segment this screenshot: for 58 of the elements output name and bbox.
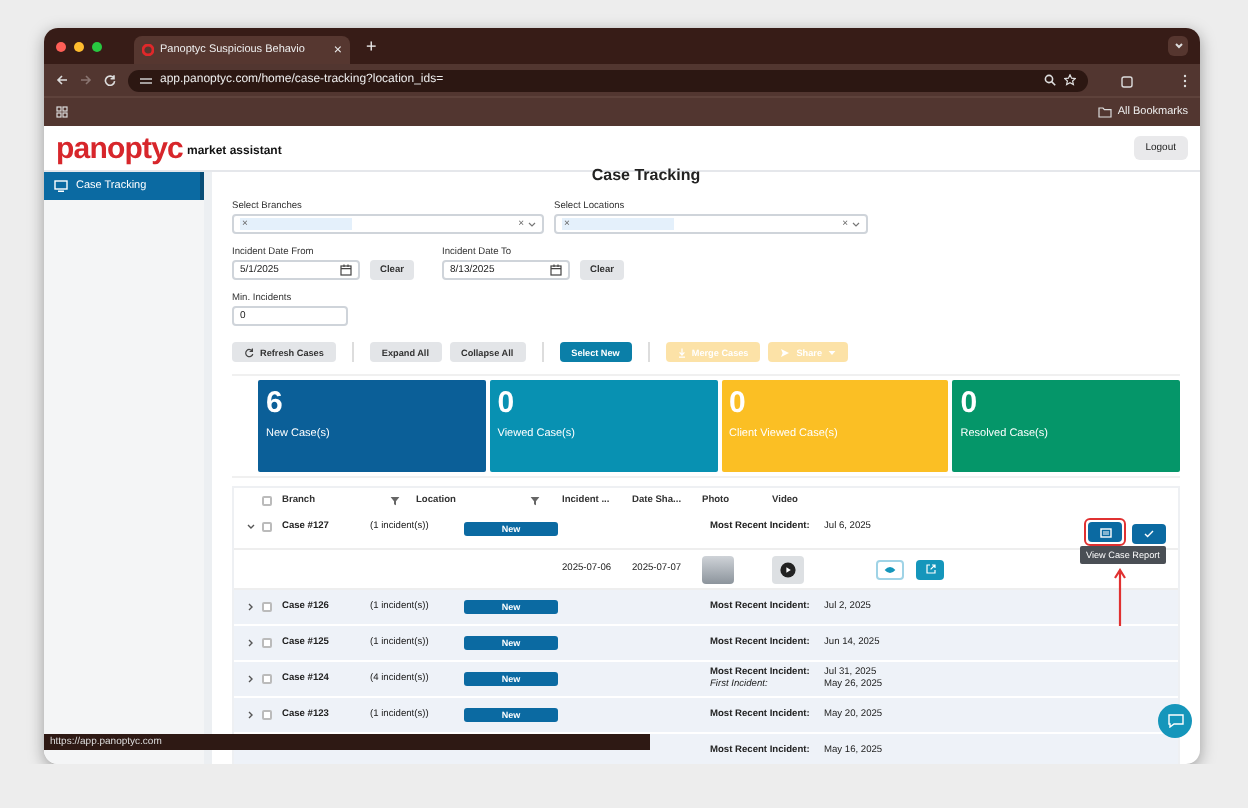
minimize-window-icon[interactable] — [74, 41, 84, 51]
row-checkbox[interactable] — [262, 710, 272, 720]
filter-icon[interactable] — [530, 496, 540, 506]
reload-icon[interactable] — [104, 74, 116, 86]
chevron-right-icon[interactable] — [246, 674, 256, 684]
row-checkbox[interactable] — [262, 602, 272, 612]
chevron-right-icon[interactable] — [246, 638, 256, 648]
send-icon — [780, 347, 791, 357]
caret-icon — [828, 349, 837, 355]
chevron-down-icon — [1173, 42, 1183, 50]
favicon-icon — [142, 44, 154, 56]
monitor-icon — [54, 180, 68, 192]
approve-button[interactable] — [1132, 524, 1166, 544]
select-all-checkbox[interactable] — [262, 496, 272, 506]
menu-dots-icon[interactable] — [1182, 73, 1188, 87]
calendar-icon[interactable] — [340, 264, 352, 276]
star-icon[interactable] — [1064, 74, 1076, 86]
calendar-icon[interactable] — [550, 264, 562, 276]
annotation-arrow — [1114, 568, 1126, 628]
row-checkbox[interactable] — [262, 674, 272, 684]
video-thumbnail[interactable] — [772, 555, 804, 583]
folder-icon — [1097, 106, 1112, 118]
back-arrow-icon[interactable] — [56, 74, 68, 86]
external-link-icon — [925, 564, 935, 574]
play-icon — [780, 561, 796, 577]
chevron-right-icon[interactable] — [246, 602, 256, 612]
stat-count: 0 — [729, 388, 746, 420]
chevron-right-icon[interactable] — [246, 710, 256, 720]
refresh-icon — [244, 347, 254, 357]
eye-icon — [884, 565, 896, 573]
apps-grid-icon[interactable] — [56, 106, 68, 118]
row-checkbox[interactable] — [262, 638, 272, 648]
chevron-down-icon[interactable] — [246, 522, 256, 532]
chat-bubble-icon — [1167, 714, 1183, 728]
filter-icon[interactable] — [390, 496, 400, 506]
merge-icon — [677, 347, 686, 357]
tab-search-button[interactable] — [1168, 36, 1188, 56]
close-window-icon[interactable] — [56, 41, 66, 51]
logo: panoptyc — [56, 133, 183, 163]
checkmark-icon — [1144, 530, 1154, 538]
report-icon — [1099, 527, 1111, 537]
maximize-window-icon[interactable] — [92, 41, 102, 51]
photo-placeholder[interactable] — [702, 555, 734, 583]
view-button[interactable] — [876, 559, 904, 579]
stat-count: 0 — [497, 388, 515, 420]
dropdown-caret-icon[interactable] — [852, 221, 860, 227]
open-link-button[interactable] — [916, 559, 944, 579]
forward-arrow-icon[interactable] — [80, 74, 92, 86]
page-title: Case Tracking — [589, 166, 703, 188]
stat-count: 6 — [266, 388, 283, 420]
extensions-icon[interactable] — [1120, 73, 1134, 87]
new-tab-button[interactable]: + — [366, 36, 377, 56]
row-checkbox[interactable] — [262, 522, 272, 532]
chat-button[interactable] — [1158, 704, 1192, 738]
stat-count: 0 — [960, 388, 978, 420]
zoom-icon[interactable] — [1044, 74, 1056, 86]
site-settings-icon[interactable] — [140, 75, 152, 85]
dropdown-caret-icon[interactable] — [528, 221, 536, 227]
